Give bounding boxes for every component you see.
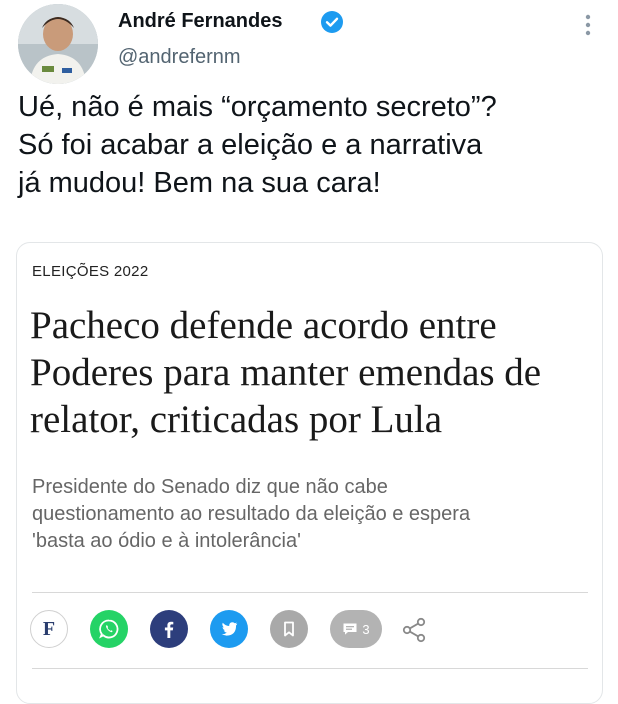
facebook-icon: [164, 621, 174, 638]
comment-count: 3: [362, 621, 370, 637]
headline-line: relator, criticadas por Lula: [30, 398, 443, 441]
avatar-photo: [18, 4, 98, 84]
tweet-text-line: Ué, não é mais “orçamento secreto”?: [18, 91, 497, 123]
tweet-text-line: Só foi acabar a eleição e a narrativa: [18, 129, 483, 161]
subtitle-line: 'basta ao ódio e à intolerância': [32, 530, 301, 552]
comment-icon: [343, 623, 357, 635]
twitter-share-button[interactable]: [210, 610, 248, 648]
avatar[interactable]: [18, 4, 98, 84]
tweet-text: Ué, não é mais “orçamento secreto”? Só f…: [18, 88, 608, 202]
subtitle-line: questionamento ao resultado da eleição e…: [32, 503, 471, 525]
font-size-button-label: F: [42, 617, 56, 640]
author-name[interactable]: André Fernandes: [118, 10, 282, 33]
author-handle[interactable]: @andrefernm: [118, 46, 241, 69]
divider: [32, 668, 588, 669]
facebook-share-button[interactable]: [150, 610, 188, 648]
article-subtitle: Presidente do Senado diz que não cabe qu…: [32, 474, 592, 555]
bookmark-icon: [284, 621, 294, 637]
bookmark-button[interactable]: [270, 610, 308, 648]
twitter-icon: [221, 622, 238, 636]
share-icon[interactable]: [400, 617, 428, 643]
tweet-text-line: já mudou! Bem na sua cara!: [18, 167, 381, 199]
whatsapp-icon: [99, 619, 119, 639]
whatsapp-share-button[interactable]: [90, 610, 128, 648]
comments-button[interactable]: 3: [330, 610, 382, 648]
article-section-label: ELEIÇÕES 2022: [32, 263, 149, 280]
font-size-button[interactable]: F: [30, 610, 68, 648]
headline-line: Pacheco defende acordo entre: [30, 304, 497, 347]
verified-badge-icon: [321, 11, 343, 33]
more-options-icon[interactable]: [578, 10, 598, 40]
divider: [32, 592, 588, 593]
article-headline[interactable]: Pacheco defende acordo entre Poderes par…: [30, 302, 600, 443]
subtitle-line: Presidente do Senado diz que não cabe: [32, 476, 388, 498]
headline-line: Poderes para manter emendas de: [30, 351, 542, 394]
